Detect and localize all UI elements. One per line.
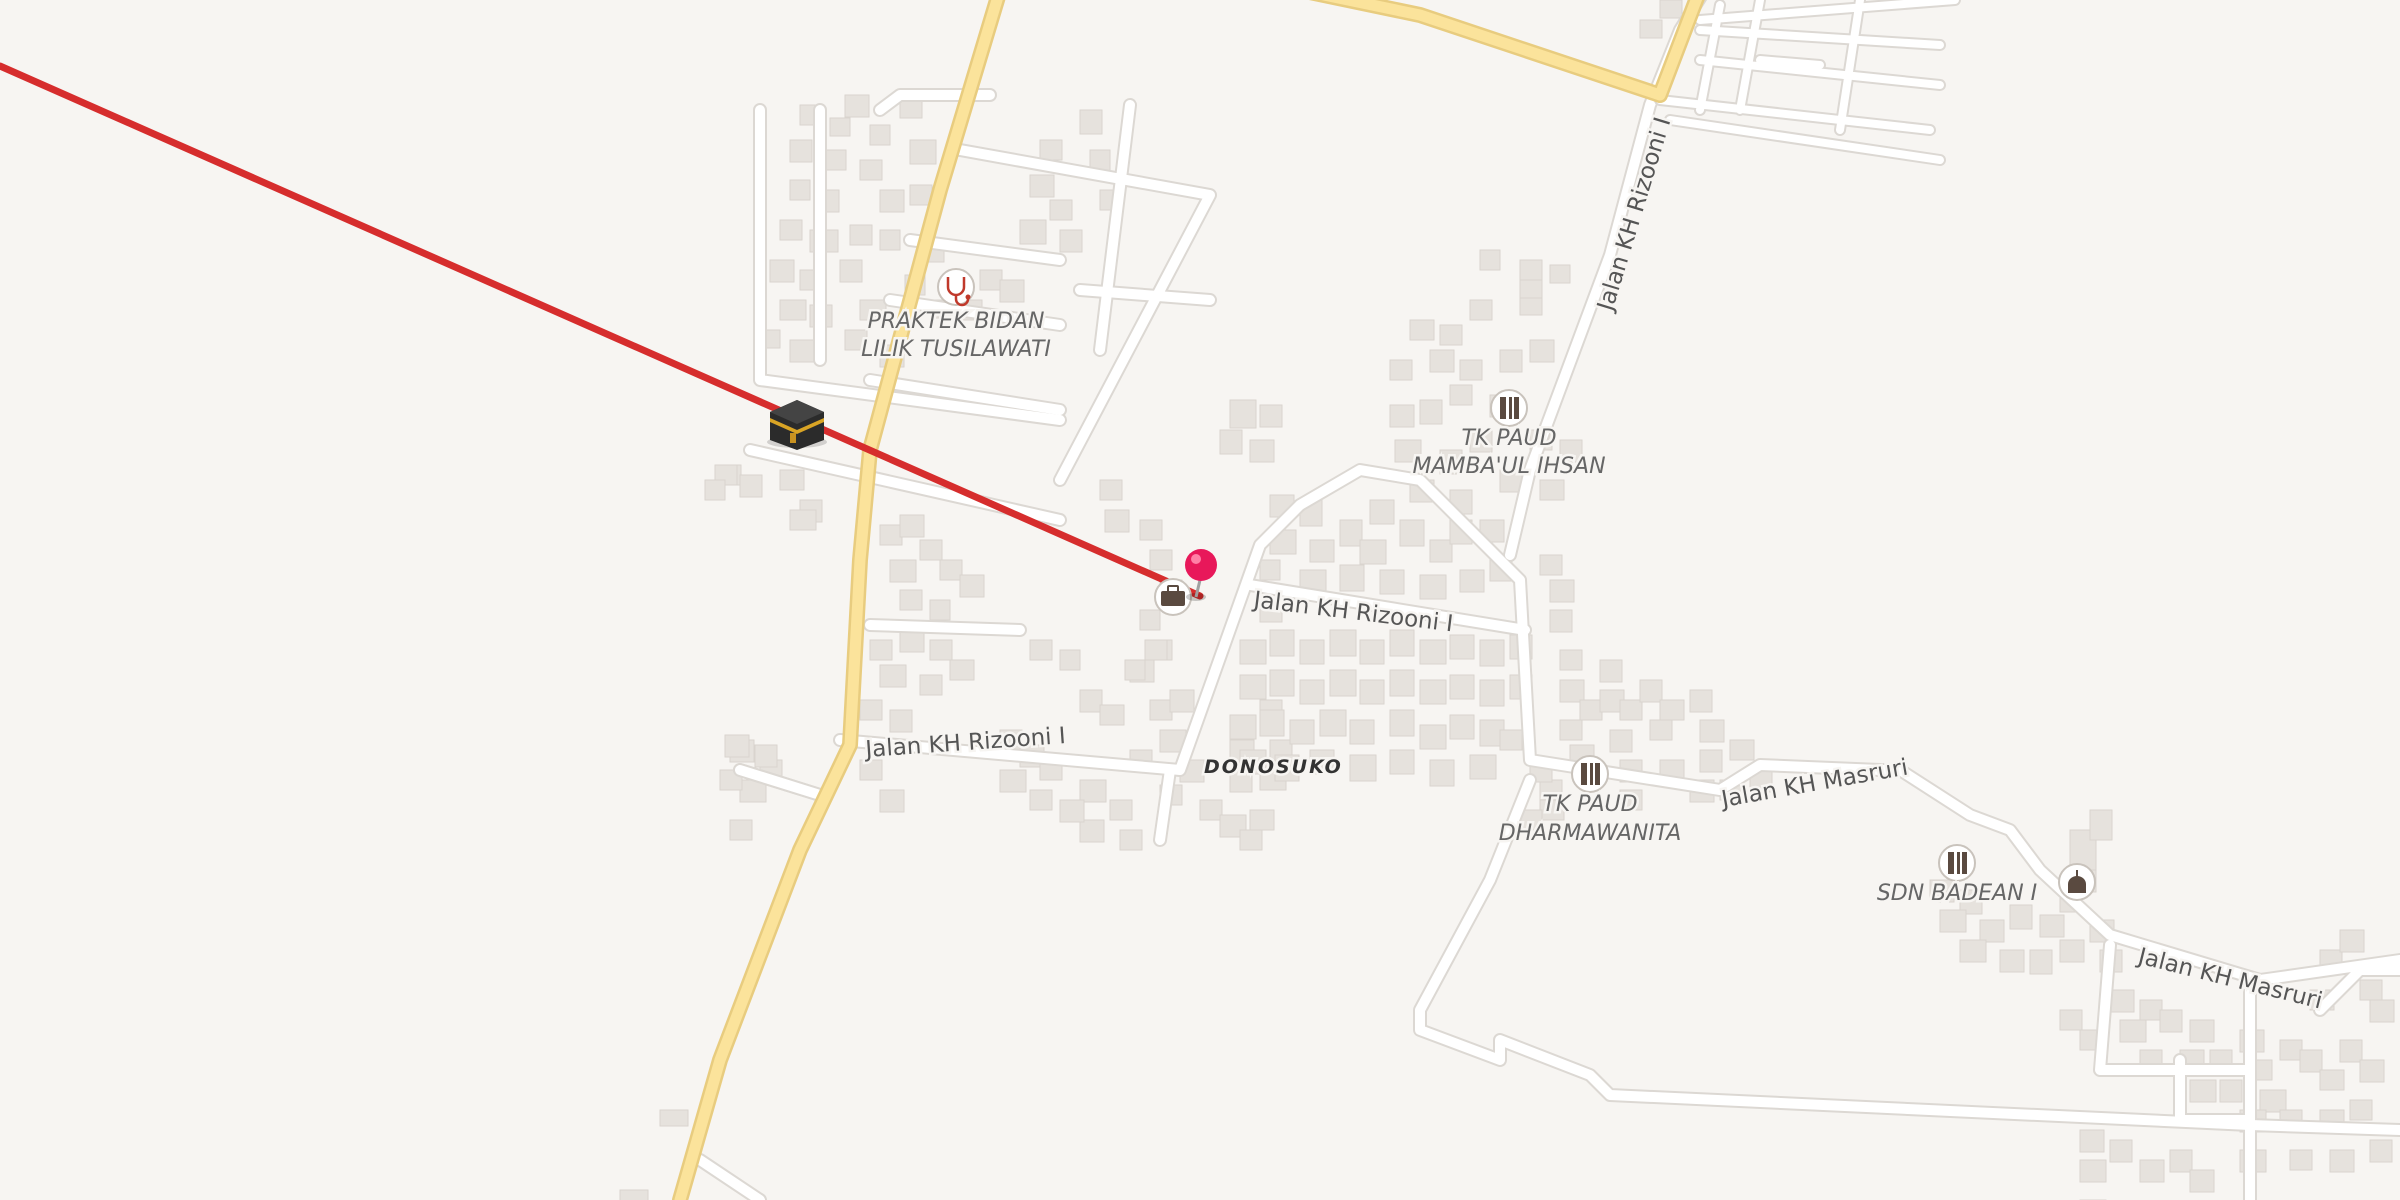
poi-mosque[interactable] — [2058, 863, 2096, 901]
stethoscope-icon — [937, 268, 975, 307]
poi-sdn-badean[interactable]: SDN BADEAN I — [1874, 844, 2040, 909]
poi-label-line2: LILIK TUSILAWATI — [861, 337, 1051, 362]
school-icon — [1938, 844, 1976, 882]
poi-label-line1: TK PAUD — [1542, 792, 1637, 817]
poi-label-line1: PRAKTEK BIDAN — [868, 309, 1045, 334]
poi-label-line2: MAMBA'UL IHSAN — [1412, 454, 1605, 479]
mosque-icon — [2058, 863, 2096, 901]
poi-label-line2: DHARMAWANITA — [1499, 821, 1682, 846]
buildings-layer — [619, 0, 2395, 1200]
school-icon — [1571, 755, 1609, 793]
place-label-donosuko: DONOSUKO — [1204, 756, 1343, 778]
briefcase-icon — [1154, 578, 1192, 616]
poi-label-line1: TK PAUD — [1461, 426, 1556, 451]
map-svg: Jalan KH Rizooni I Jalan KH Rizooni I Ja… — [0, 0, 2400, 1200]
school-icon — [1490, 389, 1528, 427]
poi-label: SDN BADEAN I — [1877, 881, 2037, 906]
poi-office[interactable] — [1154, 578, 1192, 616]
map-canvas[interactable]: Jalan KH Rizooni I Jalan KH Rizooni I Ja… — [0, 0, 2400, 1200]
